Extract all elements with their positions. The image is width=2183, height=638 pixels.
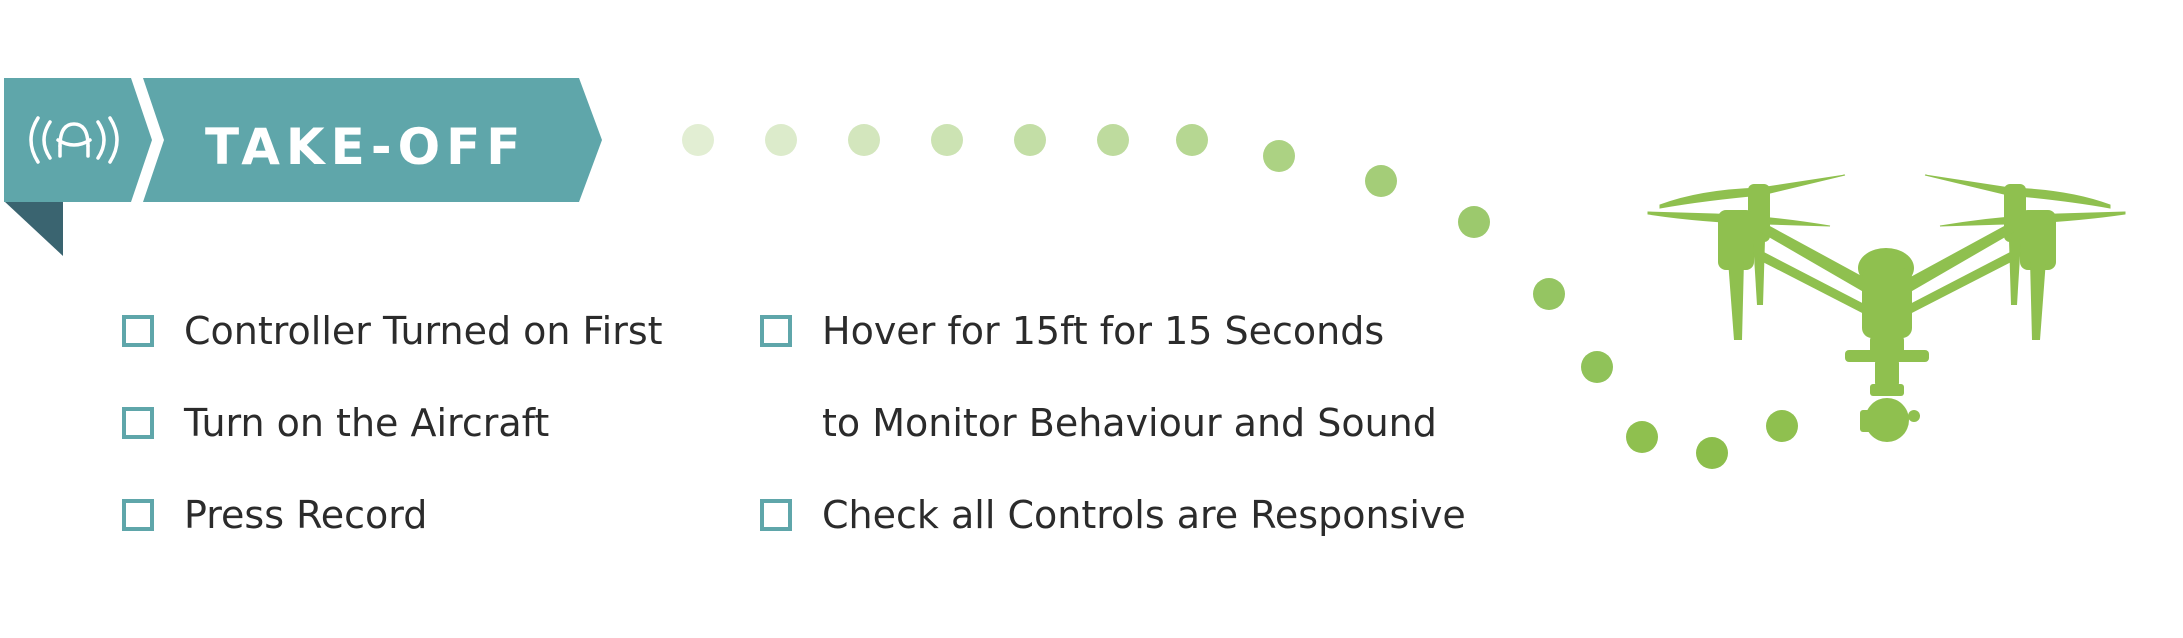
flight-path-dot (682, 124, 714, 156)
flight-path-dot (765, 124, 797, 156)
checklist-item: Hover for 15ft for 15 Seconds (760, 308, 1520, 358)
flight-path-dot (1581, 351, 1613, 383)
flight-path-dot (848, 124, 880, 156)
take-off-checklist-graphic: TAKE-OFF Controller Turned on First Turn… (0, 0, 2183, 638)
checklist-item: Check all Controls are Responsive (760, 492, 1520, 542)
flight-path-dot (1365, 165, 1397, 197)
checkbox[interactable] (122, 499, 154, 531)
checkbox[interactable] (760, 315, 792, 347)
checklist-item: Controller Turned on First (122, 308, 682, 358)
flight-path-dot (1696, 437, 1728, 469)
flight-path-dot (1263, 140, 1295, 172)
checklist-item: Press Record (122, 492, 682, 542)
checklist-item-label: Press Record (184, 493, 428, 537)
flight-path-dot (931, 124, 963, 156)
checklist-item-label: Check all Controls are Responsive (822, 493, 1466, 537)
flight-path-dot (1014, 124, 1046, 156)
flight-path-dot (1458, 206, 1490, 238)
flight-path-dot (1176, 124, 1208, 156)
checkbox[interactable] (760, 499, 792, 531)
checklist-item-label: Controller Turned on First (184, 309, 663, 353)
flight-path-dot (1533, 278, 1565, 310)
flight-path-dot (1766, 410, 1798, 442)
drone-icon (1647, 174, 2126, 442)
checkbox[interactable] (122, 315, 154, 347)
flight-path-dot (1626, 421, 1658, 453)
checkbox[interactable] (122, 407, 154, 439)
checklist-item-continuation: to Monitor Behaviour and Sound (822, 401, 1437, 445)
checklist-item: Turn on the Aircraft (122, 400, 682, 450)
flight-path-dot (1097, 124, 1129, 156)
checklist-item-label: Hover for 15ft for 15 Seconds (822, 309, 1385, 353)
checklist-item-label: Turn on the Aircraft (184, 401, 550, 445)
